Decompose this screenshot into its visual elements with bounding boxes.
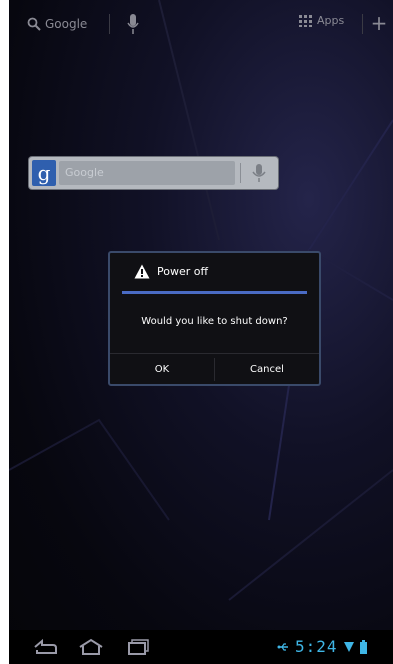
warning-icon (134, 264, 150, 279)
power-off-dialog: Power off Would you like to shut down? O… (108, 251, 321, 386)
apps-grid-icon (299, 14, 312, 27)
recent-apps-icon[interactable] (125, 637, 153, 657)
google-search-field[interactable]: Google (59, 161, 235, 185)
search-icon (27, 17, 41, 31)
cancel-button[interactable]: Cancel (215, 354, 319, 385)
search-label: Google (45, 17, 88, 31)
home-icon[interactable] (77, 637, 105, 657)
status-area[interactable]: 5:24 (277, 637, 367, 657)
divider (109, 14, 110, 34)
home-screen: Google Apps + g Google Power off Would y… (9, 0, 393, 664)
divider (362, 14, 363, 34)
title-divider (122, 291, 307, 294)
plus-icon[interactable]: + (369, 13, 389, 33)
microphone-icon[interactable] (127, 13, 139, 35)
dialog-title: Power off (157, 265, 209, 278)
usb-icon (277, 643, 288, 651)
dialog-message: Would you like to shut down? (141, 316, 288, 327)
battery-icon (359, 640, 367, 654)
dialog-button-bar: OK Cancel (110, 353, 319, 385)
google-logo: g (32, 160, 56, 186)
google-search-widget[interactable]: g Google (29, 157, 278, 189)
microphone-icon[interactable] (251, 163, 267, 183)
ok-button[interactable]: OK (110, 354, 214, 385)
clock: 5:24 (295, 637, 338, 656)
google-search-button[interactable]: Google (27, 14, 87, 34)
top-bar: Google Apps + (9, 0, 393, 48)
system-bar: 5:24 (9, 630, 393, 664)
apps-button[interactable]: Apps (299, 14, 344, 27)
wifi-icon (343, 642, 354, 652)
back-icon[interactable] (31, 637, 59, 657)
apps-label: Apps (317, 14, 345, 27)
divider (240, 163, 241, 183)
